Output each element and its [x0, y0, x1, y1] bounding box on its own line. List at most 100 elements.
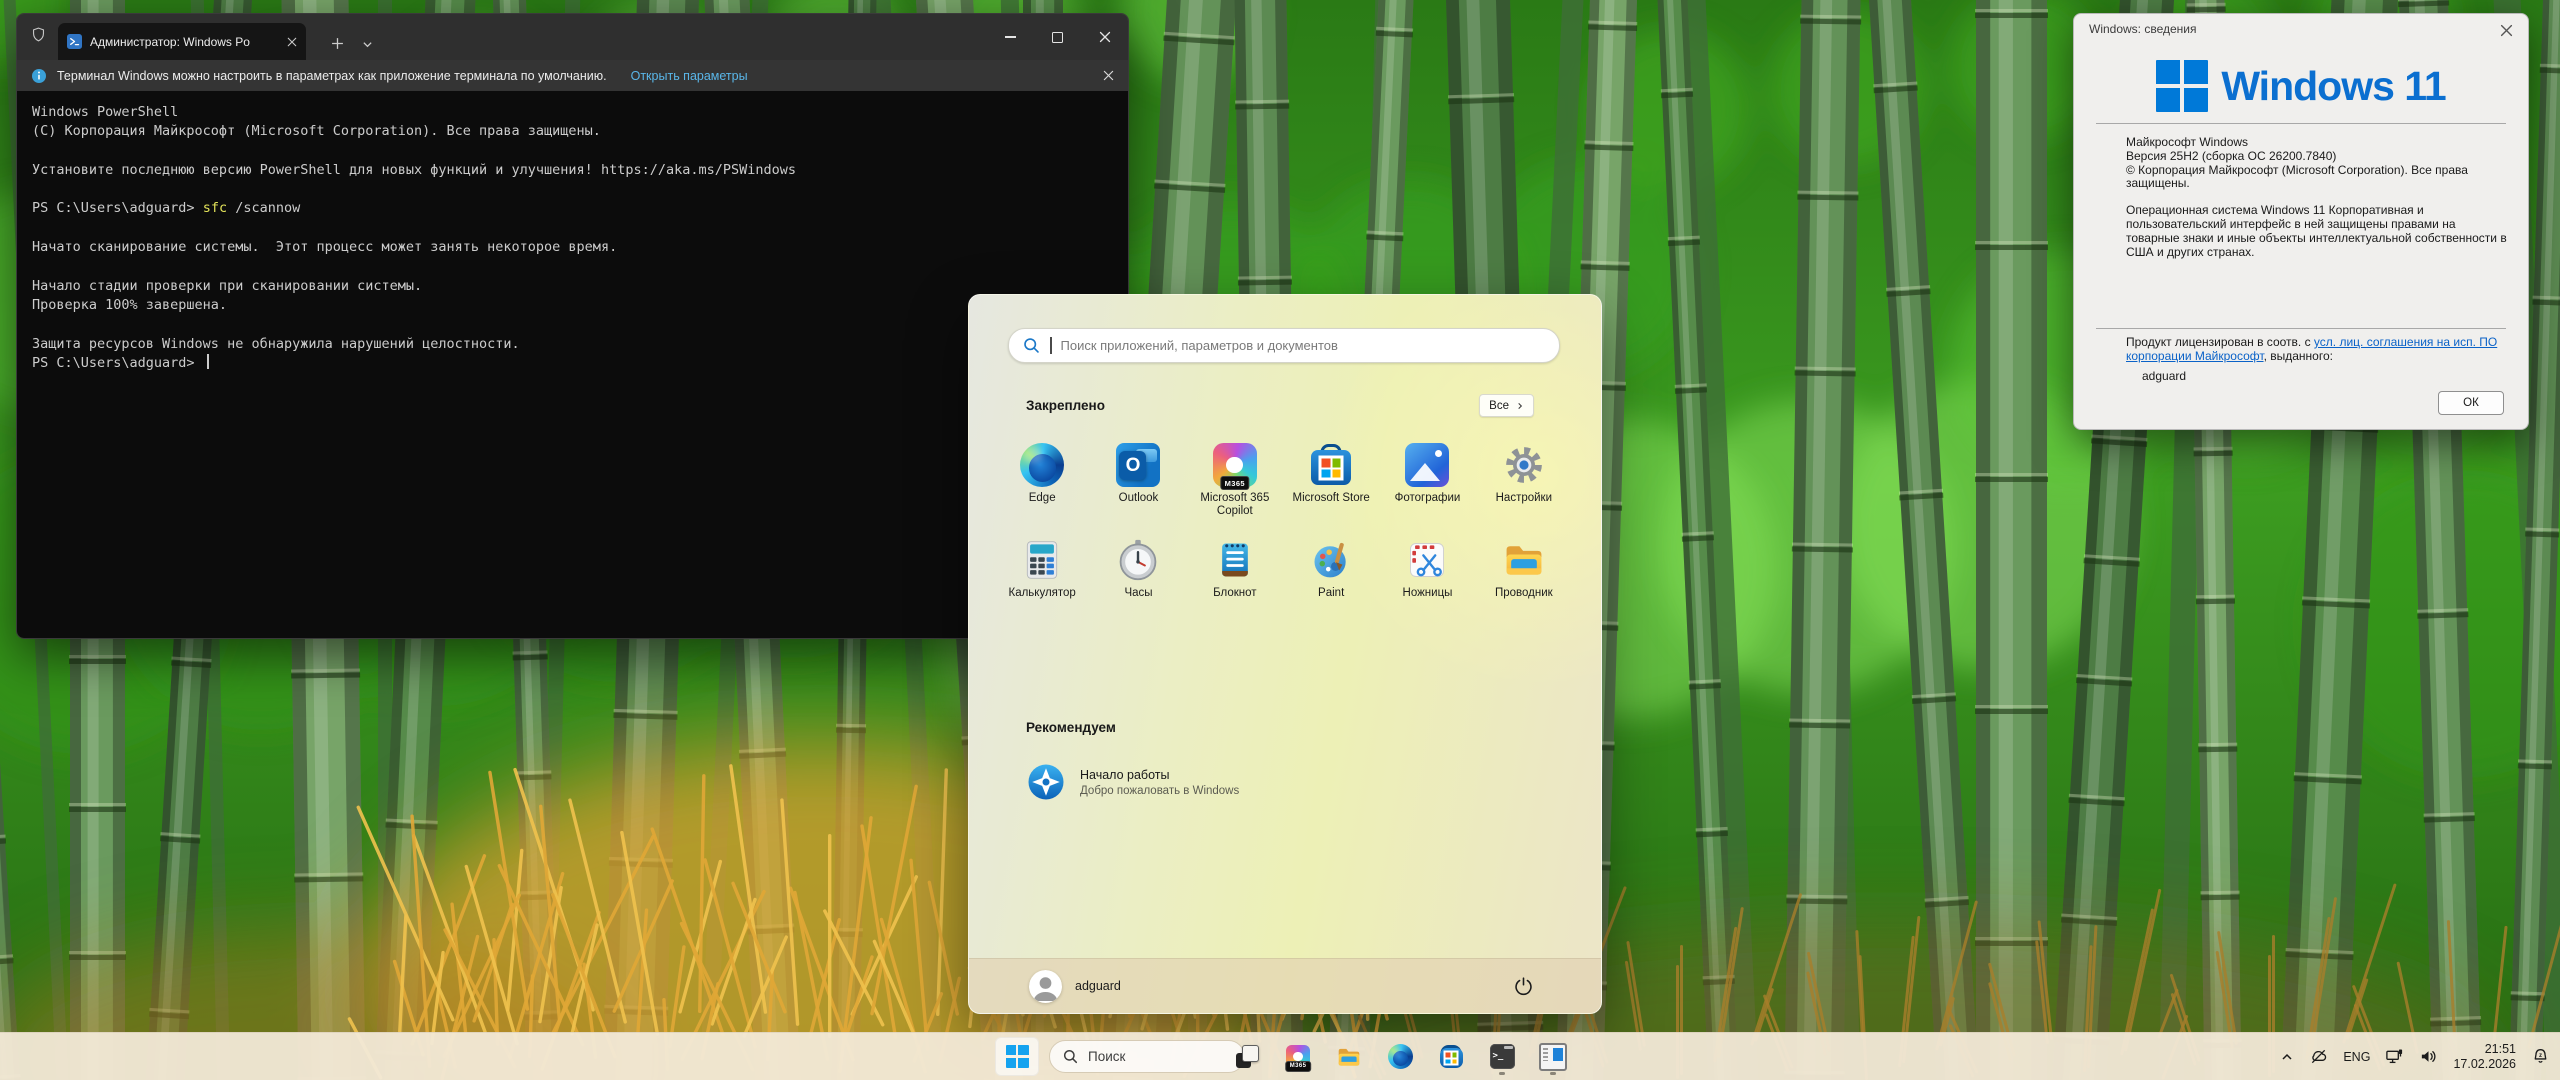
- windows-11-logo: Windows 11: [2074, 60, 2528, 112]
- tray-time: 21:51: [2484, 1041, 2516, 1056]
- divider: [2096, 328, 2506, 329]
- recommended-header: Рекомендуем: [1026, 720, 1116, 735]
- close-button[interactable]: [1081, 14, 1128, 60]
- pinned-app-paint[interactable]: Paint: [1283, 530, 1379, 625]
- divider: [2096, 123, 2506, 124]
- pinned-app-calculator[interactable]: Калькулятор: [994, 530, 1090, 625]
- edition-description: Операционная система Windows 11 Корпорат…: [2126, 203, 2507, 259]
- maximize-button[interactable]: [1034, 14, 1081, 60]
- terminal-window: Администратор: Windows Po Терминал Windo…: [16, 13, 1129, 639]
- tab-close-icon[interactable]: [287, 37, 297, 47]
- terminal-line: Установите последнюю версию PowerShell д…: [32, 161, 797, 178]
- user-profile-button[interactable]: adguard: [1029, 969, 1121, 1003]
- task-view-button[interactable]: [1227, 1037, 1267, 1076]
- desktop: Администратор: Windows Po Терминал Windo…: [0, 0, 2560, 1080]
- m365-badge: M365: [1220, 476, 1250, 490]
- start-button[interactable]: [995, 1037, 1039, 1076]
- language-indicator[interactable]: ENG: [2343, 1050, 2370, 1064]
- outlook-icon: [1116, 443, 1161, 487]
- info-icon: [32, 68, 46, 83]
- terminal-line: Начало стадии проверки при сканировании …: [32, 277, 423, 294]
- get-started-icon: [1028, 764, 1064, 800]
- pinned-app-notepad[interactable]: Блокнот: [1187, 530, 1283, 625]
- product-name: Майкрософт Windows: [2126, 135, 2249, 149]
- pinned-app-m365-copilot[interactable]: M365 Microsoft 365 Copilot: [1187, 435, 1283, 530]
- photos-icon: [1405, 443, 1450, 487]
- os-version: Версия 25H2 (сборка ОС 26200.7840): [2126, 148, 2337, 163]
- windows-logo-icon: [1005, 1045, 1029, 1068]
- power-button[interactable]: [1505, 968, 1541, 1004]
- notification-bell-dnd-icon[interactable]: z: [2531, 1047, 2550, 1066]
- all-apps-button[interactable]: Все: [1479, 394, 1534, 417]
- microsoft-store-icon: [1309, 443, 1353, 487]
- settings-gear-icon: [1505, 447, 1542, 483]
- dialog-close-icon[interactable]: [2497, 21, 2516, 40]
- user-name: adguard: [1075, 979, 1121, 993]
- about-windows-dialog: Windows: сведения Windows 11 Майкрософт …: [2073, 13, 2529, 430]
- taskbar-microsoft-store-button[interactable]: [1431, 1037, 1471, 1076]
- calculator-icon: [1027, 541, 1058, 579]
- pinned-app-outlook[interactable]: Outlook: [1090, 435, 1186, 530]
- power-icon: [1514, 976, 1532, 995]
- minimize-button[interactable]: [987, 14, 1034, 60]
- hidden-icons-chevron-icon[interactable]: [2280, 1050, 2294, 1064]
- banner-close-icon[interactable]: [1103, 70, 1114, 81]
- pinned-app-photos[interactable]: Фотографии: [1379, 435, 1475, 530]
- taskbar: Поиск M365 ENG: [0, 1032, 2560, 1080]
- taskbar-search-box[interactable]: Поиск: [1049, 1040, 1245, 1073]
- terminal-titlebar[interactable]: Администратор: Windows Po: [17, 14, 1128, 60]
- edge-icon: [1020, 443, 1065, 487]
- tab-dropdown-chevron-icon[interactable]: [352, 39, 382, 50]
- taskbar-m365-copilot-button[interactable]: M365: [1278, 1037, 1318, 1076]
- pinned-app-edge[interactable]: Edge: [994, 435, 1090, 530]
- paint-icon: [1314, 542, 1346, 578]
- pinned-app-microsoft-store[interactable]: Microsoft Store: [1283, 435, 1379, 530]
- taskbar-search-placeholder: Поиск: [1088, 1049, 1126, 1064]
- taskbar-app-icons: M365: [1227, 1037, 1584, 1076]
- snipping-tool-icon: [1410, 543, 1445, 577]
- pinned-apps-grid: Edge Outlook M365 Microsoft 365 Copilot …: [994, 435, 1572, 625]
- avatar: [1029, 969, 1062, 1003]
- terminal-line: (C) Корпорация Майкрософт (Microsoft Cor…: [32, 123, 601, 140]
- clock-icon: [1120, 539, 1157, 581]
- terminal-icon: [1489, 1044, 1515, 1069]
- network-icon[interactable]: [2385, 1047, 2404, 1066]
- edge-icon: [1387, 1044, 1413, 1069]
- clock[interactable]: 21:51 17.02.2026: [2453, 1042, 2516, 1072]
- pinned-app-settings[interactable]: Настройки: [1476, 435, 1572, 530]
- windows-logo-icon: [2156, 60, 2209, 112]
- taskbar-file-explorer-button[interactable]: [1329, 1037, 1369, 1076]
- admin-shield-icon: [30, 26, 47, 48]
- banner-text: Терминал Windows можно настроить в парам…: [57, 68, 607, 83]
- terminal-output[interactable]: Windows PowerShell (C) Корпорация Майкро…: [17, 91, 1128, 638]
- license-text: Продукт лицензирован в соотв. с усл. лиц…: [2126, 335, 2498, 363]
- pinned-app-clock[interactable]: Часы: [1090, 530, 1186, 625]
- terminal-line: Защита ресурсов Windows не обнаружила на…: [32, 335, 520, 352]
- search-placeholder: Поиск приложений, параметров и документо…: [1060, 338, 1338, 353]
- terminal-line: Проверка 100% завершена.: [32, 296, 228, 313]
- search-icon: [1062, 1048, 1079, 1065]
- terminal-tab-title: Администратор: Windows Po: [90, 34, 250, 49]
- new-tab-button[interactable]: [322, 37, 352, 50]
- pinned-app-snipping-tool[interactable]: Ножницы: [1379, 530, 1475, 625]
- running-indicator: [1550, 1072, 1556, 1075]
- tray-date: 17.02.2026: [2453, 1056, 2516, 1071]
- file-explorer-icon: [1502, 538, 1546, 582]
- taskbar-terminal-button[interactable]: [1482, 1037, 1522, 1076]
- recommended-item-get-started[interactable]: Начало работы Добро пожаловать в Windows: [1018, 753, 1326, 811]
- start-search-box[interactable]: Поиск приложений, параметров и документо…: [1008, 328, 1560, 363]
- licensee-name: adguard: [2142, 369, 2187, 383]
- recommended-item-title: Начало работы: [1080, 767, 1170, 782]
- pinned-app-file-explorer[interactable]: Проводник: [1476, 530, 1572, 625]
- search-icon: [1022, 336, 1041, 355]
- open-settings-link[interactable]: Открыть параметры: [631, 69, 748, 83]
- taskbar-winver-window-button[interactable]: [1533, 1037, 1573, 1076]
- terminal-line: Начато сканирование системы. Этот процес…: [32, 239, 618, 256]
- ok-button[interactable]: ОК: [2438, 391, 2504, 415]
- notepad-icon: [1221, 543, 1248, 577]
- onedrive-paused-icon[interactable]: [2309, 1047, 2328, 1066]
- terminal-tab-powershell[interactable]: Администратор: Windows Po: [58, 23, 306, 60]
- svg-text:z: z: [2539, 1052, 2542, 1059]
- taskbar-edge-button[interactable]: [1380, 1037, 1420, 1076]
- volume-icon[interactable]: [2419, 1047, 2438, 1066]
